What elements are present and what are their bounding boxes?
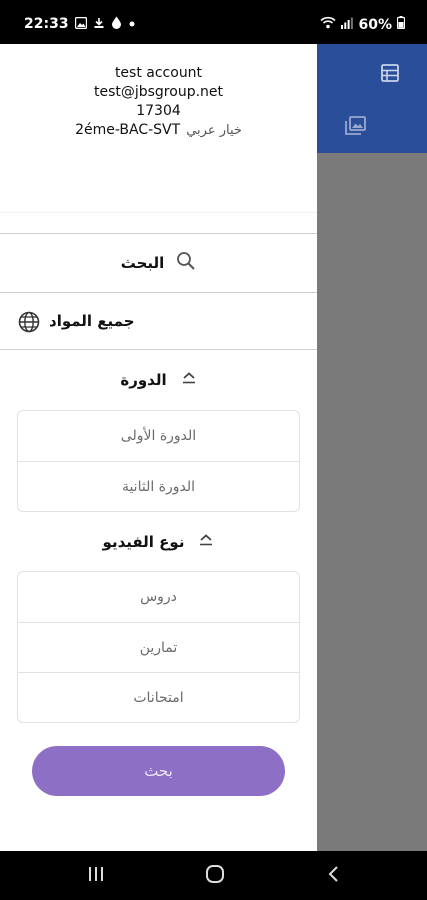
video-type-section-title: نوع الفيديو [102,533,185,551]
chevron-up-icon [181,371,197,389]
video-type-list: دروس تمارين امتحانات [17,571,300,723]
status-time: 22:33 [24,16,69,32]
profile-level: 2éme-BAC-SVT [75,122,181,138]
list-item-session-2[interactable]: الدورة الثانية [18,461,299,511]
app-header [317,44,427,153]
session-section-header[interactable]: الدورة [0,371,317,389]
search-row[interactable]: البحث [0,233,317,291]
drawer-scrim[interactable] [317,44,427,851]
search-row-label: البحث [120,253,165,272]
search-icon [176,251,196,275]
list-item-session-1[interactable]: الدورة الأولى [18,411,299,461]
image-icon [74,16,87,32]
profile-divider [0,212,317,213]
session-section-title: الدورة [120,371,167,389]
gallery-icon[interactable] [345,116,366,139]
status-left: 22:33 [24,16,136,32]
battery-text: 60% [358,16,392,33]
all-subjects-label: جميع المواد [49,312,135,330]
video-type-section-header[interactable]: نوع الفيديو [0,533,317,551]
chevron-up-icon [198,533,214,551]
profile-header: test account test@jbsgroup.net 17304 2ém… [0,64,317,140]
list-item-lessons[interactable]: دروس [18,572,299,622]
all-subjects-row[interactable]: جميع المواد [0,292,317,350]
profile-email: test@jbsgroup.net [93,84,224,100]
list-item-exams[interactable]: امتحانات [18,672,299,722]
back-button[interactable] [326,863,342,889]
status-bar: 22:33 60% [0,0,427,44]
profile-id: 17304 [136,103,181,119]
table-icon[interactable] [381,64,399,86]
session-list: الدورة الأولى الدورة الثانية [17,410,300,512]
globe-icon [18,311,40,337]
droplet-icon [111,16,122,32]
signal-icon [341,17,354,33]
dot-icon [128,18,136,31]
battery-icon [396,16,406,33]
search-button[interactable]: بحث [32,746,285,796]
profile-name: test account [114,65,203,81]
profile-level-line: 2éme-BAC-SVT خيار عربي [0,121,317,140]
profile-option: خيار عربي [186,123,242,138]
system-nav-bar [0,851,427,900]
status-right: 60% [320,16,406,33]
navigation-drawer: test account test@jbsgroup.net 17304 2ém… [0,44,317,851]
wifi-icon [320,16,337,33]
list-item-exercises[interactable]: تمارين [18,622,299,672]
download-icon [93,17,105,32]
home-button[interactable] [204,863,226,889]
recents-button[interactable] [87,863,105,889]
